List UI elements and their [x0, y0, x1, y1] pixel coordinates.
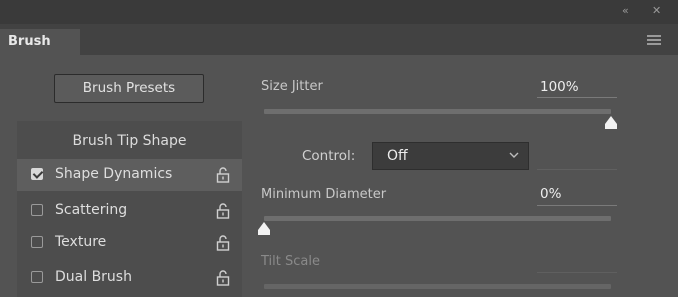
minimum-diameter-value-underline: [537, 205, 617, 206]
lock-open-icon[interactable]: [216, 235, 230, 251]
list-item-label: Dual Brush: [55, 269, 132, 285]
control-blank-underline: [537, 169, 617, 170]
minimum-diameter-slider-track[interactable]: [264, 216, 611, 221]
chevron-down-icon: [509, 152, 519, 158]
double-chevron-left-icon[interactable]: «: [622, 4, 629, 18]
control-select[interactable]: Off: [372, 142, 529, 170]
lock-open-icon[interactable]: [216, 167, 230, 183]
control-label: Control:: [302, 148, 356, 164]
minimum-diameter-label: Minimum Diameter: [261, 187, 387, 202]
list-item-dual-brush[interactable]: Dual Brush: [17, 262, 242, 294]
texture-checkbox[interactable]: [31, 236, 43, 248]
tilt-scale-label: Tilt Scale: [261, 254, 320, 269]
list-item-shape-dynamics[interactable]: Shape Dynamics: [17, 159, 242, 191]
tab-bar: [0, 24, 678, 55]
hamburger-menu-icon[interactable]: [647, 35, 661, 46]
list-item-label: Scattering: [55, 202, 128, 218]
list-item-scattering[interactable]: Scattering: [17, 195, 242, 227]
panel-title-strip: [0, 0, 678, 24]
dual-brush-checkbox[interactable]: [31, 271, 43, 283]
lock-open-icon[interactable]: [216, 203, 230, 219]
shape-dynamics-checkbox[interactable]: [31, 168, 43, 180]
size-jitter-value[interactable]: 100%: [540, 79, 579, 95]
size-jitter-slider-track[interactable]: [264, 109, 611, 114]
minimum-diameter-value[interactable]: 0%: [540, 186, 561, 202]
list-item-brush-tip-shape[interactable]: Brush Tip Shape: [17, 121, 242, 153]
scattering-checkbox[interactable]: [31, 204, 43, 216]
tab-brush[interactable]: Brush: [0, 29, 80, 55]
list-item-label: Shape Dynamics: [55, 166, 173, 182]
close-icon[interactable]: ✕: [652, 4, 661, 18]
list-item-texture[interactable]: Texture: [17, 227, 242, 259]
list-item-label: Texture: [55, 234, 107, 250]
tilt-scale-value-underline: [537, 272, 617, 273]
brush-presets-button[interactable]: Brush Presets: [54, 74, 204, 103]
tilt-scale-slider-track[interactable]: [264, 284, 611, 289]
brush-panel: « ✕ Brush Brush Presets Brush Tip Shape …: [0, 0, 678, 297]
lock-open-icon[interactable]: [216, 270, 230, 286]
control-select-value: Off: [387, 148, 408, 164]
size-jitter-value-underline: [537, 97, 617, 98]
size-jitter-label: Size Jitter: [261, 79, 323, 94]
